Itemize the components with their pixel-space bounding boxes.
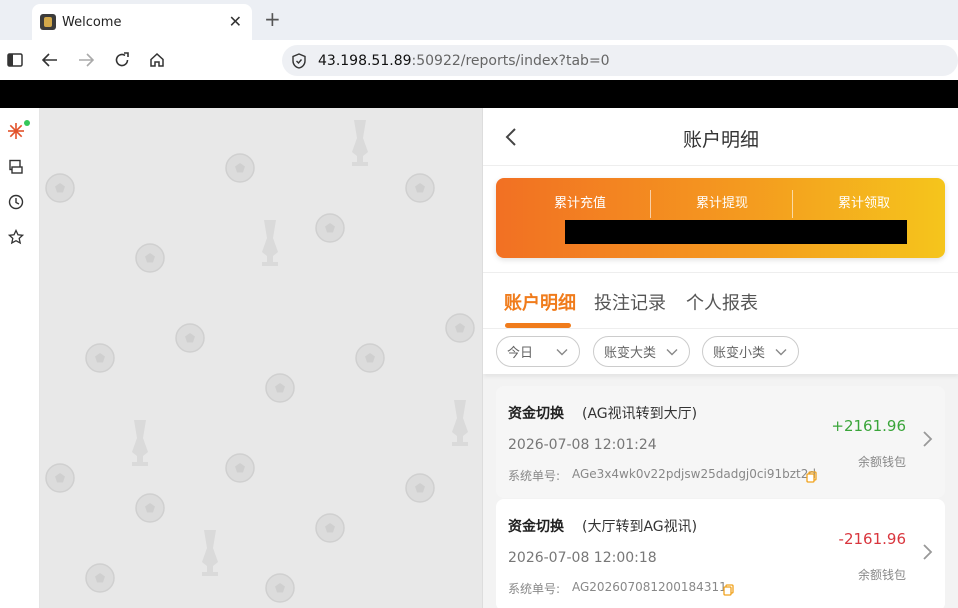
site-favicon-icon [40,14,56,30]
record-wallet: 余额钱包 [857,455,906,469]
redacted-amounts [565,220,907,244]
address-bar[interactable]: 43.198.51.89 :50922/reports/index?tab=0 [282,45,958,76]
favorites-star-icon[interactable] [6,227,26,247]
filter-label: 账变大类 [604,346,657,361]
category-filter-select[interactable]: 账变大类 [593,336,690,367]
record-time: 2026-07-08 12:01:24 [508,437,657,453]
summary-label: 累计充值 [553,196,606,211]
record-type: 资金切换 [508,519,564,535]
status-dot [24,120,30,126]
order-number: AGe3x4wk0v22pdjsw25dadgj0ci91bzt2d [572,467,816,481]
record-detail: (AG视讯转到大厅) [582,406,698,422]
sidebar-toggle-icon[interactable] [5,50,25,70]
site-info-icon[interactable] [290,52,308,70]
record-amount: -2161.96 [838,530,906,548]
summary-total-claim: 累计领取 [793,178,935,258]
summary-card: 累计充值 累计提现 累计领取 [496,178,945,258]
collections-icon[interactable] [6,157,26,177]
browser-tabbar: Welcome ✕ + [0,0,958,40]
tab-personal-report[interactable]: 个人报表 [686,289,758,315]
browser-tab[interactable]: Welcome ✕ [32,4,252,40]
forward-icon[interactable] [76,50,96,70]
date-filter-select[interactable]: 今日 [496,336,580,367]
chevron-right-icon[interactable] [921,429,935,449]
record-time: 2026-07-08 12:00:18 [508,550,657,566]
order-label: 系统单号: [508,582,561,596]
account-details-panel: 账户明细 累计充值 累计提现 累计领取 账户明细 投注记录 个人报表 今日 账变… [482,108,958,608]
copy-icon[interactable] [806,468,817,483]
back-icon[interactable] [40,50,60,70]
football-pattern-icon [45,120,475,603]
url-host: 43.198.51.89 [318,52,412,69]
chevron-right-icon[interactable] [921,542,935,562]
tab-account-details[interactable]: 账户明细 [504,289,576,315]
filter-label: 今日 [507,346,534,361]
extension-burst-icon[interactable] [6,121,26,141]
record-card[interactable]: 资金切换 (大厅转到AG视讯) 2026-07-08 12:00:18 系统单号… [496,499,945,608]
summary-total-withdraw: 累计提现 [651,178,793,258]
summary-total-deposit: 累计充值 [509,178,651,258]
copy-icon[interactable] [723,581,734,596]
record-type: 资金切换 [508,406,564,422]
page-title: 账户明细 [682,129,759,151]
home-icon[interactable] [147,50,167,70]
history-icon[interactable] [6,192,26,212]
new-tab-button[interactable]: + [264,8,281,30]
summary-label: 累计提现 [695,196,748,211]
url-path: :50922/reports/index?tab=0 [411,52,610,69]
summary-section: 累计充值 累计提现 累计领取 [483,166,958,272]
panel-header: 账户明细 [483,108,958,166]
tab-title: Welcome [62,14,122,30]
reload-icon[interactable] [112,50,132,70]
summary-label: 累计领取 [837,196,890,211]
order-label: 系统单号: [508,469,561,483]
record-wallet: 余额钱包 [857,568,906,582]
chevron-down-icon [774,345,788,359]
close-tab-icon[interactable]: ✕ [229,14,242,30]
record-card[interactable]: 资金切换 (AG视讯转到大厅) 2026-07-08 12:01:24 系统单号… [496,386,945,498]
subcategory-filter-select[interactable]: 账变小类 [702,336,799,367]
record-amount: +2161.96 [831,417,906,435]
page-background [40,108,482,608]
tab-bet-records[interactable]: 投注记录 [594,289,666,315]
redacted-bar [0,80,958,108]
browser-side-rail [0,108,40,608]
filter-bar: 今日 账变大类 账变小类 [483,328,958,374]
filter-label: 账变小类 [713,346,766,361]
record-detail: (大厅转到AG视讯) [582,519,698,535]
order-number: AG202607081200184311 [572,580,727,594]
record-tabs: 账户明细 投注记录 个人报表 [483,272,958,328]
chevron-down-icon [665,345,679,359]
chevron-down-icon [555,345,569,359]
